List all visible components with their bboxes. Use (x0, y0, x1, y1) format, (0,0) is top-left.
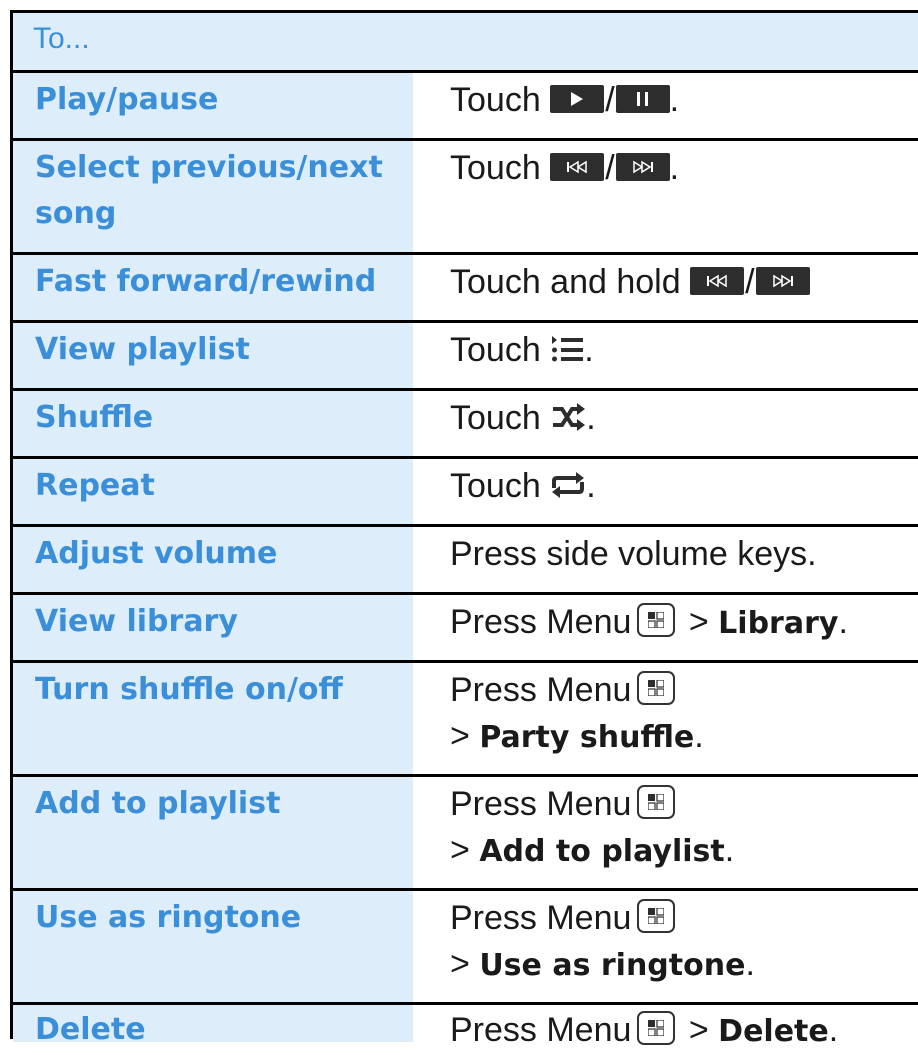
action-label: Delete (13, 1005, 413, 1047)
instruction-end: . (724, 831, 735, 869)
slash: / (605, 81, 615, 119)
instruction-end: . (669, 149, 680, 187)
instruction: Press Menu > Delete. (450, 1007, 918, 1055)
action-label: Fast forward/rewind (13, 255, 413, 320)
instruction-text: Touch (450, 399, 541, 437)
table-row: Repeat Touch . (13, 459, 918, 527)
table-row: View library Press Menu > Library. (13, 595, 918, 663)
previous-icon[interactable] (550, 153, 605, 182)
table-row: Fast forward/rewind Touch and hold / (13, 255, 918, 323)
header-label: To... (33, 22, 90, 55)
menu-separator: > (688, 1011, 709, 1049)
menu-separator: > (450, 717, 470, 755)
table-row: Delete Press Menu > Delete. (13, 1005, 918, 1049)
repeat-icon[interactable] (550, 470, 586, 500)
instruction-text: Touch (450, 467, 541, 505)
previous-icon[interactable] (690, 267, 745, 296)
instruction-text: Press Menu (450, 899, 632, 937)
table-row: Adjust volume Press side volume keys. (13, 527, 918, 595)
instruction-text: Touch (450, 81, 541, 119)
menu-key-icon[interactable] (637, 603, 676, 638)
instruction-end: . (584, 331, 594, 369)
instruction-text: Press Menu (450, 603, 632, 641)
menu-option: Delete (718, 1014, 829, 1049)
instruction: Touch . (450, 463, 918, 509)
menu-key-icon[interactable] (637, 1011, 676, 1046)
instruction-text: Touch (450, 149, 541, 187)
action-label: Shuffle (13, 391, 413, 456)
instruction-text: Press Menu (450, 785, 632, 823)
table-row: Add to playlist Press Menu > Add to play… (13, 777, 918, 891)
instruction-end: . (745, 945, 755, 983)
instruction-text: Press Menu (450, 671, 632, 709)
menu-separator: > (450, 831, 470, 869)
instruction: Touch . (450, 395, 918, 441)
menu-separator: > (688, 603, 709, 641)
instruction-text: Touch and hold (450, 263, 681, 301)
instruction: Press Menu > Party shuffle. (450, 667, 918, 761)
table-row: Turn shuffle on/off Press Menu > Party s… (13, 663, 918, 777)
menu-separator: > (450, 945, 470, 983)
action-label: Play/pause (13, 73, 413, 138)
menu-key-icon[interactable] (637, 671, 676, 706)
instruction-end: . (828, 1011, 839, 1049)
instruction: Press side volume keys. (450, 535, 817, 573)
slash: / (605, 149, 615, 187)
instruction-text: Press Menu (450, 1011, 632, 1049)
instruction: Press Menu > Use as ringtone. (450, 895, 918, 989)
instruction: Touch . (450, 327, 918, 373)
instruction-end: . (669, 81, 680, 119)
menu-option: Library (718, 606, 839, 641)
action-label: Use as ringtone (13, 891, 413, 1002)
menu-option: Party shuffle (479, 720, 695, 755)
action-label: Add to playlist (13, 777, 413, 888)
pause-icon[interactable] (615, 85, 670, 114)
table-row: Play/pause Touch / . (13, 73, 918, 141)
playlist-icon[interactable] (550, 334, 584, 364)
instruction: Touch and hold / (450, 259, 918, 305)
table-row: Select previous/next song Touch / . (13, 141, 918, 255)
slash: / (745, 263, 755, 301)
menu-option: Add to playlist (479, 834, 725, 869)
table-row: Shuffle Touch . (13, 391, 918, 459)
play-icon[interactable] (550, 85, 605, 114)
instruction-end: . (694, 717, 704, 755)
action-label: Adjust volume (13, 527, 413, 592)
next-icon[interactable] (755, 267, 810, 296)
table-row: Use as ringtone Press Menu > Use as ring… (13, 891, 918, 1005)
instruction: Press Menu > Add to playlist. (450, 781, 918, 875)
shuffle-icon[interactable] (550, 402, 586, 432)
action-label: Turn shuffle on/off (13, 663, 413, 774)
action-label: View library (13, 595, 413, 660)
action-label: Select previous/next song (13, 141, 413, 252)
action-label: Repeat (13, 459, 413, 524)
instruction-text: Touch (450, 331, 541, 369)
instruction-end: . (586, 467, 596, 505)
instruction-end: . (838, 603, 848, 641)
menu-key-icon[interactable] (637, 785, 676, 820)
instruction-end: . (586, 399, 596, 437)
menu-option: Use as ringtone (479, 948, 746, 983)
instruction: Touch / . (450, 77, 918, 123)
instruction: Touch / . (450, 145, 918, 191)
table-row: View playlist Touch . (13, 323, 918, 391)
next-icon[interactable] (615, 153, 670, 182)
action-label: View playlist (13, 323, 413, 388)
instruction: Press Menu > Library. (450, 599, 918, 647)
table-header: To... (13, 13, 918, 73)
music-controls-table: To... Play/pause Touch / . Select previo… (10, 10, 918, 1049)
menu-key-icon[interactable] (637, 899, 676, 934)
